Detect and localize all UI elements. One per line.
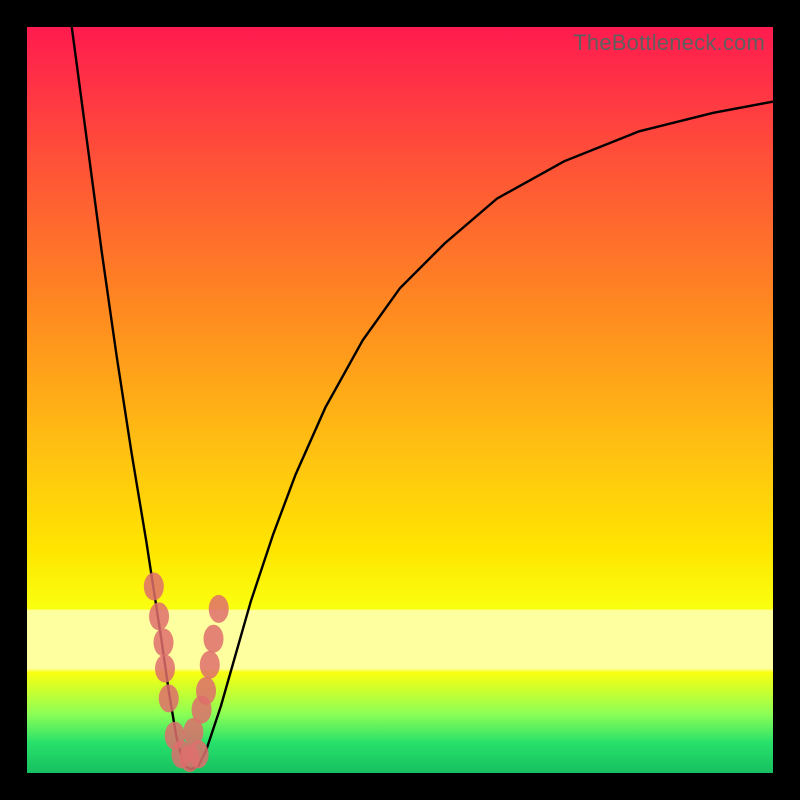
watermark-text: TheBottleneck.com [573,30,765,56]
marker-point [204,625,224,653]
marker-point [209,595,229,623]
outer-frame: TheBottleneck.com [0,0,800,800]
marker-point [196,677,216,705]
marker-point [154,628,174,656]
marker-point [155,655,175,683]
plot-area: TheBottleneck.com [27,27,773,773]
marker-point [144,573,164,601]
marker-point [159,684,179,712]
marker-point [149,602,169,630]
chart-svg [27,27,773,773]
marker-point [200,651,220,679]
gradient-background [27,27,773,773]
